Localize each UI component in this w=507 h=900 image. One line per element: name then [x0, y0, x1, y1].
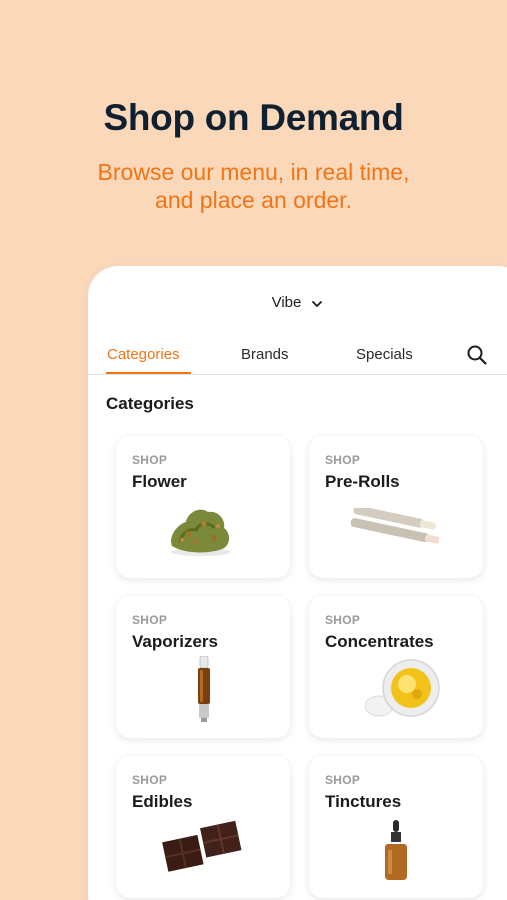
promo-headline: Shop on Demand	[103, 97, 404, 138]
section-title: Categories	[106, 394, 194, 413]
category-card-pre-rolls[interactable]: SHOP Pre-Rolls	[309, 436, 483, 578]
category-card-vaporizers[interactable]: SHOP Vaporizers	[116, 596, 290, 738]
card-title: Pre-Rolls	[325, 472, 400, 491]
tab-specials[interactable]: Specials	[356, 346, 413, 363]
promo-subline: Browse our menu, in real time, and place…	[97, 159, 410, 213]
tab-categories[interactable]: Categories	[107, 346, 180, 363]
card-title: Flower	[132, 472, 187, 491]
store-selector[interactable]: Vibe	[88, 294, 507, 311]
card-eyebrow: SHOP	[325, 613, 361, 627]
flower-bud-icon	[171, 509, 231, 556]
category-card-edibles[interactable]: SHOP Edibles	[116, 756, 290, 898]
card-eyebrow: SHOP	[132, 773, 168, 787]
chevron-down-icon	[312, 301, 323, 307]
tab-bar: Categories Brands Specials	[88, 336, 507, 375]
pre-roll-icon	[350, 508, 440, 544]
card-eyebrow: SHOP	[132, 453, 168, 467]
active-tab-indicator	[106, 372, 191, 374]
card-title: Vaporizers	[132, 632, 218, 651]
card-eyebrow: SHOP	[325, 773, 361, 787]
card-title: Concentrates	[325, 632, 434, 651]
tab-brands[interactable]: Brands	[241, 346, 289, 363]
card-title: Tinctures	[325, 792, 402, 811]
concentrate-jar-icon	[365, 659, 440, 717]
store-name: Vibe	[271, 294, 302, 311]
card-eyebrow: SHOP	[132, 613, 168, 627]
category-card-concentrates[interactable]: SHOP Concentrates	[309, 596, 483, 738]
chocolate-icon	[162, 820, 242, 872]
dropper-bottle-icon	[385, 820, 407, 880]
card-eyebrow: SHOP	[325, 453, 361, 467]
category-card-tinctures[interactable]: SHOP Tinctures	[309, 756, 483, 898]
category-card-flower[interactable]: SHOP Flower	[116, 436, 290, 578]
vape-cartridge-icon	[198, 656, 210, 722]
search-icon[interactable]	[466, 344, 488, 366]
card-title: Edibles	[132, 792, 193, 811]
app-screen: Vibe Categories Brands Specials Categori…	[88, 266, 507, 900]
